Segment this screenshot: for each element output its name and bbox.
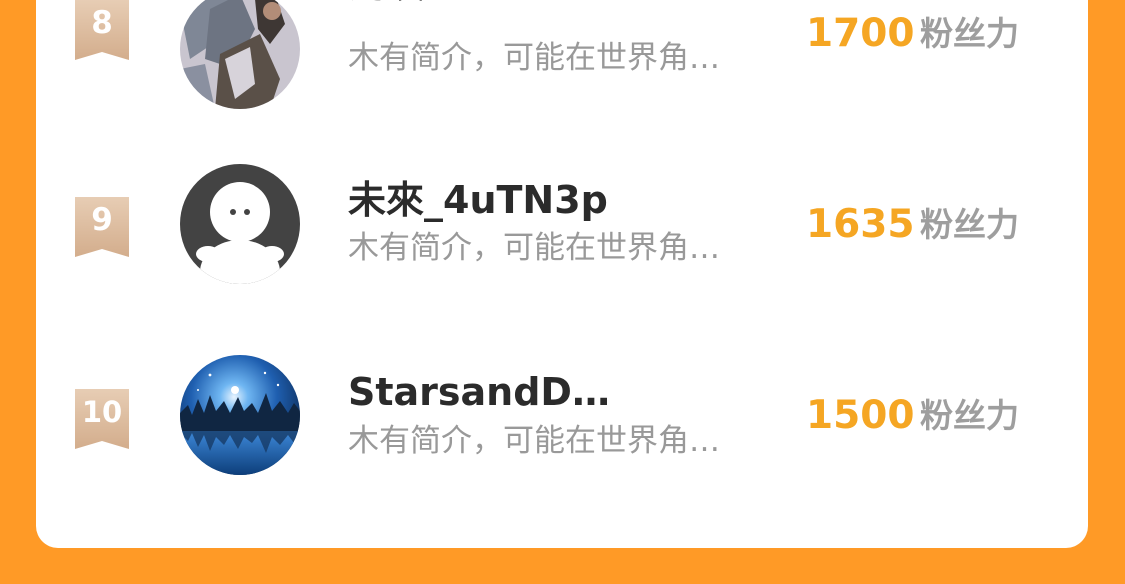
rank-number: 10 (81, 395, 123, 429)
list-item[interactable]: 8 鸿唉 木有简介，可能在世界角… 1700 粉丝力 (0, 0, 1125, 109)
default-user-icon (180, 164, 300, 284)
user-bio: 木有简介，可能在世界角… (348, 423, 720, 459)
user-bio: 木有简介，可能在世界角… (348, 40, 720, 76)
fan-score-unit: 粉丝力 (920, 396, 1019, 435)
fan-score-unit: 粉丝力 (920, 205, 1019, 244)
fan-score: 1700 (806, 11, 915, 56)
fan-score-unit: 粉丝力 (920, 14, 1019, 53)
rank-number: 9 (91, 202, 113, 238)
night-sky-lake-photo-icon (180, 355, 300, 475)
list-item[interactable]: 10 StarsandD… 木有简介，可能在世界角… 1500 粉丝力 (0, 345, 1125, 475)
rank-badge: 9 (75, 197, 129, 257)
user-name[interactable]: StarsandD… (348, 373, 610, 411)
fan-score: 1635 (806, 202, 915, 247)
rank-number: 8 (91, 5, 113, 41)
wolf-character-art-icon (180, 0, 300, 109)
avatar[interactable] (180, 355, 300, 475)
rank-badge: 8 (75, 0, 129, 60)
fan-score: 1500 (806, 393, 915, 438)
avatar[interactable] (180, 164, 300, 284)
user-name[interactable]: 鸿唉 (348, 0, 424, 3)
user-name[interactable]: 未來_4uTN3p (348, 181, 608, 219)
rank-badge: 10 (75, 389, 129, 449)
user-bio: 木有简介，可能在世界角… (348, 230, 720, 266)
avatar[interactable] (180, 0, 300, 109)
list-item[interactable]: 9 未來_4uTN3p 木有简介，可能在世界角… 1635 粉丝力 (0, 155, 1125, 285)
